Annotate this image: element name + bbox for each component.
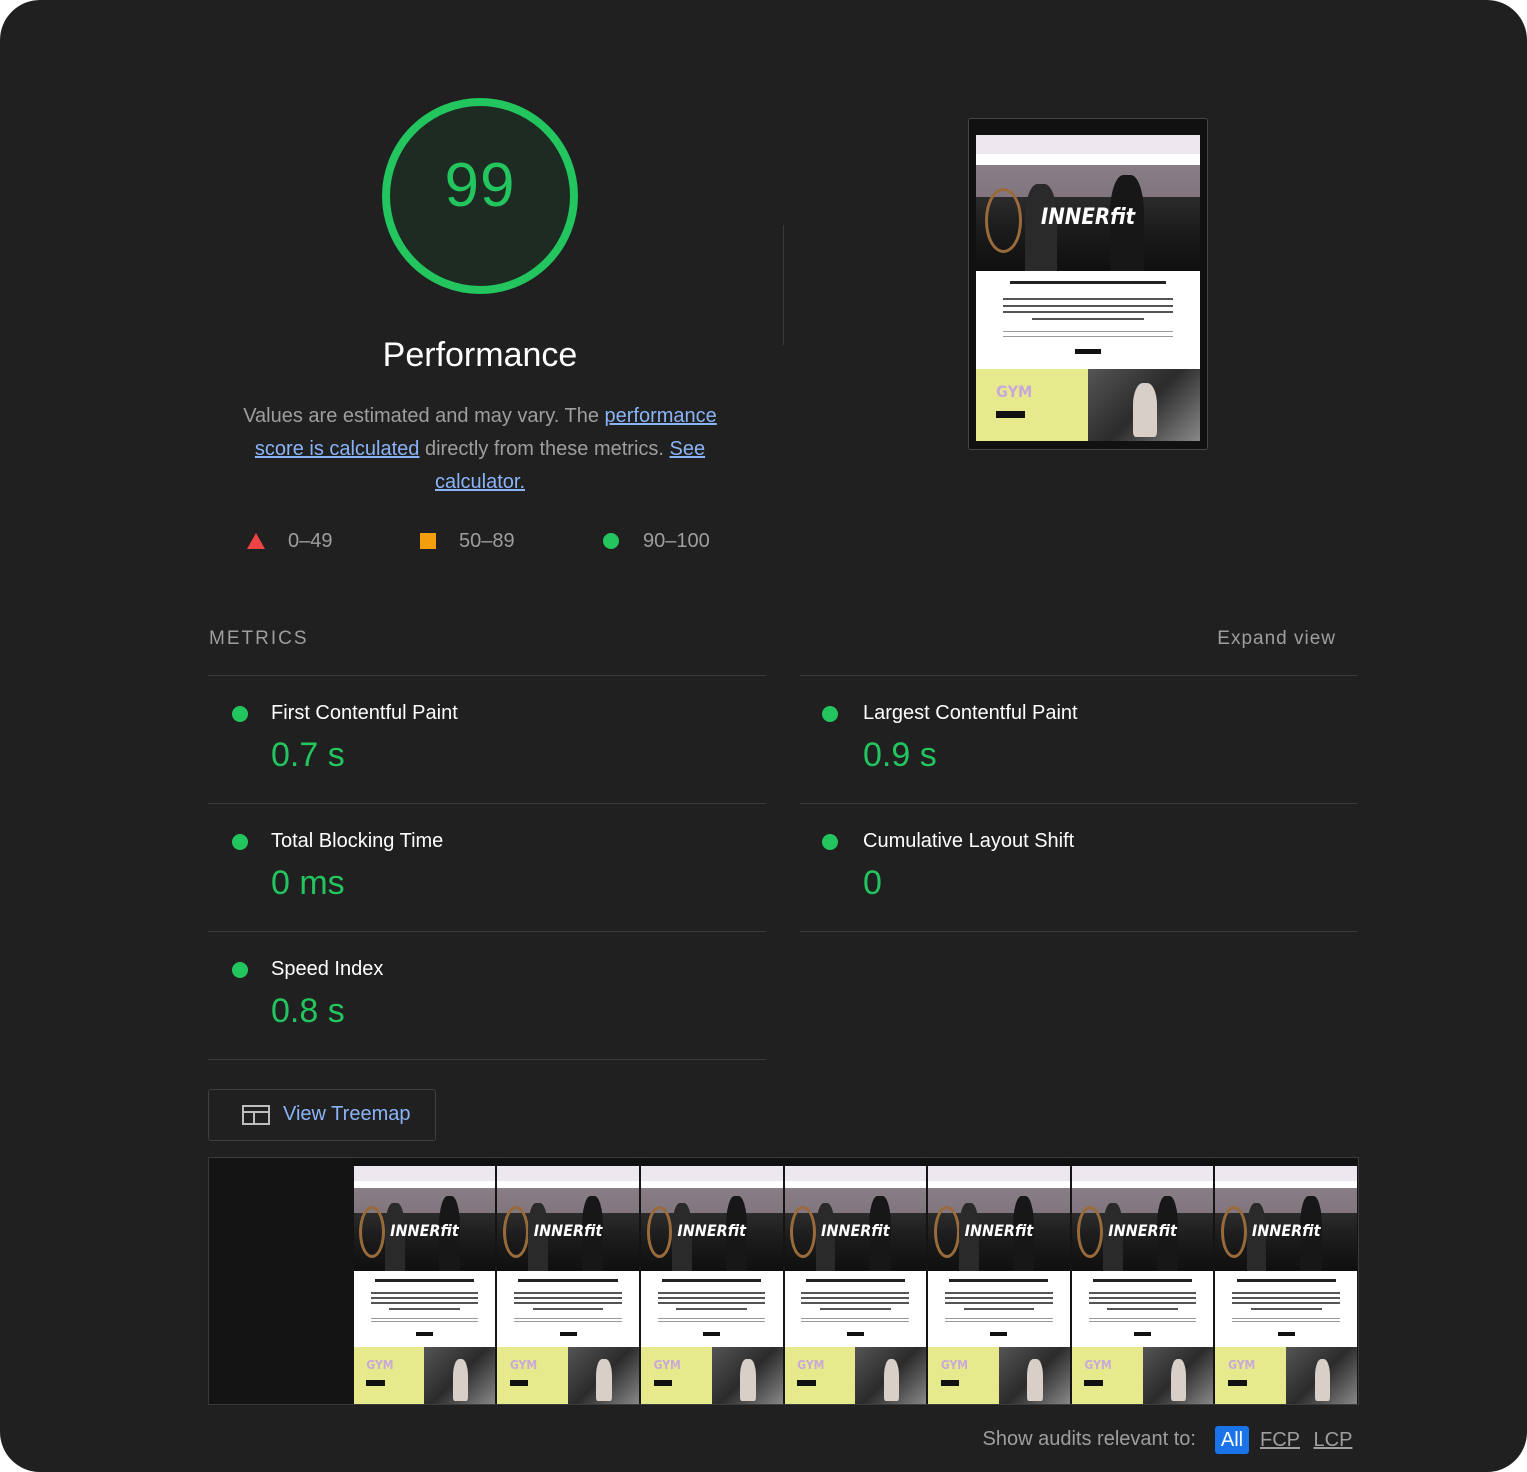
site-logo: INNERfit xyxy=(1108,1220,1177,1240)
metric-label: Cumulative Layout Shift xyxy=(863,830,1075,852)
metric-cls: Cumulative Layout Shift 0 xyxy=(800,804,1358,932)
expand-view-toggle[interactable]: Expand view xyxy=(1150,628,1336,650)
fail-triangle-icon xyxy=(247,533,265,549)
pass-circle-icon xyxy=(232,962,248,978)
audit-filter-label: Show audits relevant to: xyxy=(982,1428,1196,1450)
metric-lcp: Largest Contentful Paint 0.9 s xyxy=(800,676,1358,804)
metric-label: Largest Contentful Paint xyxy=(863,702,1078,724)
filmstrip-frame: INNERfit GYM xyxy=(497,1158,639,1404)
site-logo: INNERfit xyxy=(677,1220,746,1240)
site-logo: INNERfit xyxy=(1040,205,1136,231)
filmstrip-frame: INNERfit GYM xyxy=(640,1158,783,1404)
view-treemap-button[interactable]: View Treemap xyxy=(208,1089,436,1141)
metric-value: 0 ms xyxy=(271,864,345,902)
pass-circle-icon xyxy=(603,533,619,549)
pass-circle-icon xyxy=(822,706,838,722)
legend-pass-label: 90–100 xyxy=(643,530,710,552)
filter-all-button[interactable]: All xyxy=(1215,1426,1249,1454)
average-square-icon xyxy=(420,533,436,549)
metric-value: 0.7 s xyxy=(271,736,345,774)
metric-tbt: Total Blocking Time 0 ms xyxy=(208,804,766,932)
pass-circle-icon xyxy=(232,834,248,850)
description-text-2: directly from these metrics. xyxy=(419,438,670,460)
site-logo: INNERfit xyxy=(821,1220,890,1240)
filmstrip: INNERfit GYM INNERfit GYM INNERfit GYM I… xyxy=(208,1157,1359,1405)
metric-value: 0 xyxy=(863,864,882,902)
view-treemap-label: View Treemap xyxy=(283,1103,411,1125)
category-title: Performance xyxy=(382,336,578,374)
final-screenshot-image: INNERfit GYM xyxy=(976,127,1200,441)
filter-fcp-button[interactable]: FCP xyxy=(1260,1426,1300,1454)
metrics-heading: METRICS xyxy=(209,628,309,649)
site-logo: INNERfit xyxy=(1251,1220,1321,1240)
metric-value: 0.8 s xyxy=(271,992,345,1030)
filmstrip-frame: INNERfit GYM xyxy=(1071,1158,1214,1404)
score-description: Values are estimated and may vary. The p… xyxy=(222,400,738,499)
score-value: 99 xyxy=(444,151,516,220)
filmstrip-frame: INNERfit GYM xyxy=(928,1158,1070,1404)
legend-fail-label: 0–49 xyxy=(288,530,333,552)
site-logo: INNERfit xyxy=(390,1220,459,1240)
final-screenshot[interactable]: INNERfit GYM xyxy=(968,118,1208,450)
metric-label: Total Blocking Time xyxy=(271,830,444,852)
filmstrip-frame: INNERfit GYM xyxy=(353,1158,496,1404)
filmstrip-frame: INNERfit GYM xyxy=(1215,1158,1357,1404)
filmstrip-frame-blank xyxy=(209,1158,351,1404)
metric-si: Speed Index 0.8 s xyxy=(208,932,766,1060)
metric-label: First Contentful Paint xyxy=(271,702,458,724)
legend-average-label: 50–89 xyxy=(459,530,515,552)
score-legend: 0–49 50–89 90–100 xyxy=(0,528,1527,554)
lighthouse-performance-panel: 99 Performance Values are estimated and … xyxy=(0,0,1527,1472)
pass-circle-icon xyxy=(232,706,248,722)
metric-label: Speed Index xyxy=(271,958,384,980)
site-logo: INNERfit xyxy=(533,1220,603,1240)
metric-fcp: First Contentful Paint 0.7 s xyxy=(208,676,766,804)
treemap-icon xyxy=(242,1105,270,1125)
header-divider xyxy=(783,225,784,345)
filter-lcp-button[interactable]: LCP xyxy=(1313,1426,1353,1454)
metric-value: 0.9 s xyxy=(863,736,937,774)
filmstrip-frame: INNERfit GYM xyxy=(784,1158,927,1404)
site-logo: INNERfit xyxy=(964,1220,1034,1240)
pass-circle-icon xyxy=(822,834,838,850)
description-text: Values are estimated and may vary. The xyxy=(243,405,605,427)
